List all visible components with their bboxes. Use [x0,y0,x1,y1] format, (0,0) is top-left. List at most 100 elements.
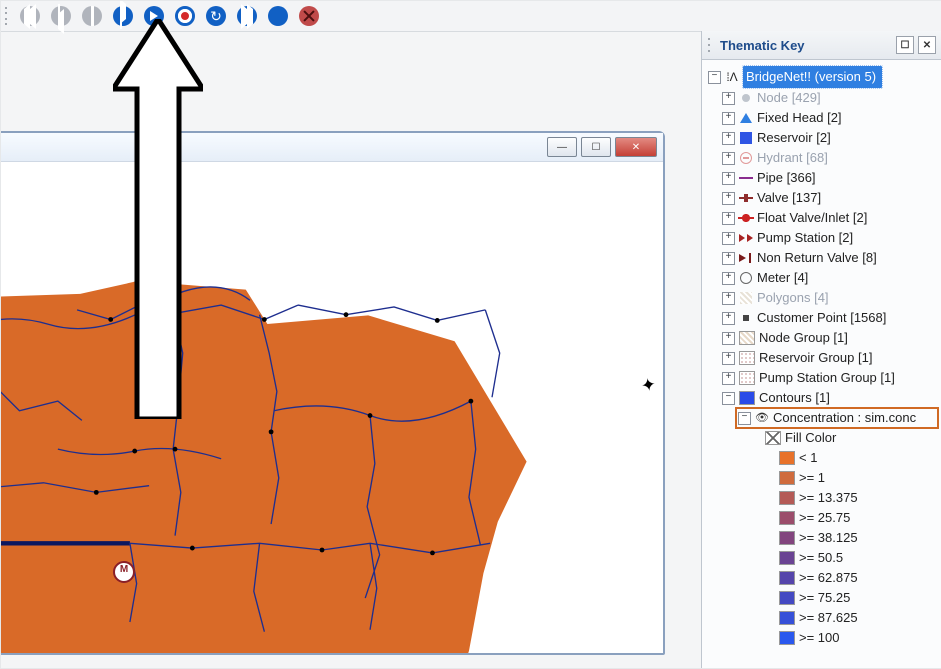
close-button[interactable]: ✕ [615,137,657,157]
tree-item[interactable]: Node [429] [757,88,821,108]
tree-item[interactable]: Pump Station Group [1] [759,368,895,388]
tree-item[interactable]: Pipe [366] [757,168,816,188]
dots-icon [739,371,755,385]
tree-item[interactable]: Hydrant [68] [757,148,828,168]
expand-toggle[interactable]: + [722,232,735,245]
pipe-network [0,161,663,653]
step-forward-button[interactable] [113,6,133,26]
thematic-key-header[interactable]: Thematic Key ☐ ✕ [702,31,941,60]
tree-item-contours[interactable]: Contours [1] [759,388,830,408]
fill-color-icon [765,431,781,445]
legend-swatch [779,511,795,525]
expand-toggle[interactable]: + [722,352,735,365]
legend-label: >= 100 [799,628,840,648]
legend-swatch [779,451,795,465]
legend-swatch [779,551,795,565]
tree-item[interactable]: Non Return Valve [8] [757,248,877,268]
panel-title: Thematic Key [720,38,805,53]
panel-grip[interactable] [708,38,714,52]
replay-loop-button[interactable]: ↻ [206,6,226,26]
playback-toolbar: ↻ [1,1,941,32]
legend-label: >= 13.375 [799,488,858,508]
tree-item-concentration[interactable]: Concentration : sim.conc [773,408,916,428]
tree-item[interactable]: Reservoir Group [1] [759,348,872,368]
expand-toggle[interactable]: + [722,172,735,185]
tree-item[interactable]: Polygons [4] [757,288,829,308]
line-icon [739,171,753,185]
hatch-icon [739,331,755,345]
stop-off-button[interactable] [299,6,319,26]
fast-forward-button[interactable] [237,6,257,26]
contours-swatch [739,391,755,405]
expand-toggle[interactable]: − [722,392,735,405]
legend-swatch [779,491,795,505]
expand-toggle[interactable]: − [708,71,721,84]
expand-toggle[interactable]: + [722,92,735,105]
maximize-button[interactable]: ☐ [581,137,611,157]
pump-icon [739,231,753,245]
legend-label: >= 50.5 [799,548,843,568]
expand-toggle[interactable]: + [722,152,735,165]
legend-swatch [779,611,795,625]
tree-item[interactable]: Pump Station [2] [757,228,853,248]
float-icon [739,211,753,225]
nrv-icon [739,251,753,265]
meter-marker[interactable]: M [113,561,135,583]
pause-button[interactable] [82,6,102,26]
map-canvas[interactable]: M [0,161,663,653]
tree-item[interactable]: Float Valve/Inlet [2] [757,208,867,228]
expand-toggle[interactable]: + [722,252,735,265]
expand-toggle[interactable]: + [722,272,735,285]
expand-toggle[interactable]: + [722,332,735,345]
legend-label: >= 87.625 [799,608,858,628]
expand-toggle[interactable]: + [722,312,735,325]
legend-label: >= 25.75 [799,508,850,528]
legend-swatch [779,571,795,585]
legend-swatch [779,591,795,605]
legend-swatch [779,631,795,645]
expand-toggle[interactable]: + [722,212,735,225]
legend-label: < 1 [799,448,817,468]
expand-toggle[interactable]: + [722,372,735,385]
tree-item[interactable]: Fixed Head [2] [757,108,842,128]
tree-root-label[interactable]: BridgeNet!! (version 5) [743,66,882,88]
tree-item[interactable]: Valve [137] [757,188,821,208]
tree-item[interactable]: Customer Point [1568] [757,308,886,328]
expand-toggle[interactable]: + [722,112,735,125]
legend-swatch [779,471,795,485]
expand-toggle[interactable]: + [722,292,735,305]
thematic-key-panel: Thematic Key ☐ ✕ − ⁞Λ BridgeNet!! (versi… [701,31,941,668]
tree-item[interactable]: Reservoir [2] [757,128,831,148]
legend-label: >= 62.875 [799,568,858,588]
rewind-start-button[interactable] [20,6,40,26]
resv-icon [739,131,753,145]
network-icon: ⁞Λ [725,70,739,84]
toolbar-grip[interactable] [5,7,11,25]
results-grid-button[interactable] [268,6,288,26]
visibility-icon[interactable] [755,411,769,425]
play-button[interactable] [144,6,164,26]
map-window-titlebar[interactable]: — ☐ ✕ [0,133,663,162]
tri-icon [739,111,753,125]
map-window: — ☐ ✕ [0,131,665,655]
meter-icon [739,271,753,285]
minimize-button[interactable]: — [547,137,577,157]
tree-item-fill-color[interactable]: Fill Color [785,428,836,448]
legend-label: >= 75.25 [799,588,850,608]
poly-icon [739,291,753,305]
tree-item[interactable]: Node Group [1] [759,328,848,348]
expand-toggle[interactable]: + [722,132,735,145]
thematic-key-tree[interactable]: − ⁞Λ BridgeNet!! (version 5) + Node [429]… [702,60,941,654]
valve-icon [739,191,753,205]
expand-toggle[interactable]: − [738,412,751,425]
expand-toggle[interactable]: + [722,192,735,205]
pt-icon [739,311,753,325]
node-icon [739,91,753,105]
panel-maximize-button[interactable]: ☐ [896,36,914,54]
legend-label: >= 38.125 [799,528,858,548]
step-back-button[interactable] [51,6,71,26]
legend-label: >= 1 [799,468,825,488]
panel-close-button[interactable]: ✕ [918,36,936,54]
record-button[interactable] [175,6,195,26]
tree-item[interactable]: Meter [4] [757,268,808,288]
